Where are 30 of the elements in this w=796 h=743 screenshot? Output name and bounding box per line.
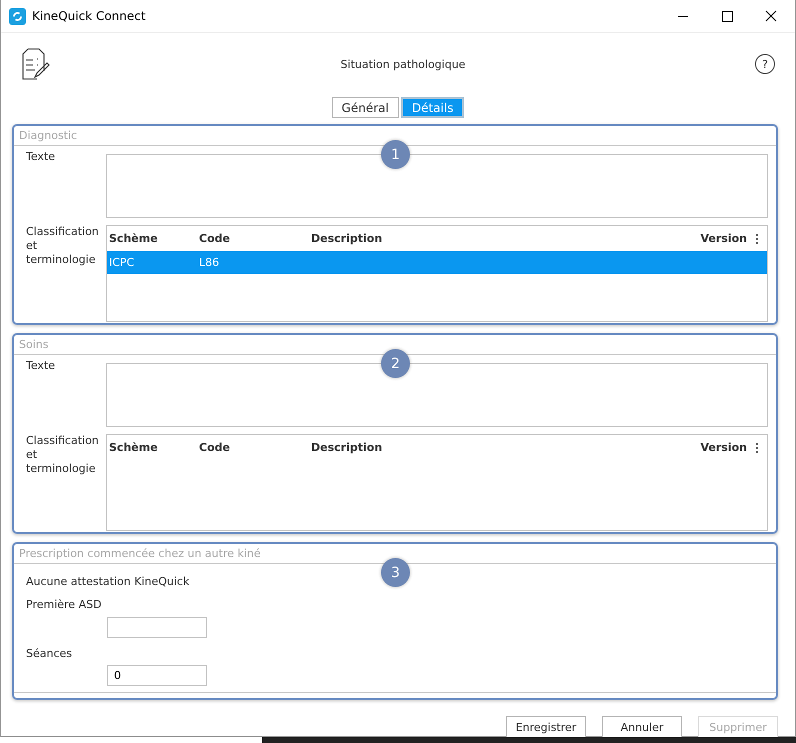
tab[interactable]: Général xyxy=(332,97,399,118)
more-icon[interactable] xyxy=(755,232,759,244)
field-label: Classification et terminologie xyxy=(26,433,100,477)
window-title: KineQuick Connect xyxy=(32,9,147,23)
column-header[interactable]: Version xyxy=(677,232,747,245)
field-label: Texte xyxy=(26,358,56,374)
app-logo-icon xyxy=(9,8,26,24)
input-field[interactable] xyxy=(107,617,207,638)
more-icon[interactable] xyxy=(755,442,759,454)
input-field[interactable]: 0 xyxy=(107,665,207,686)
table-cell-text: L86 xyxy=(198,256,220,269)
table-cell-text: ICPC xyxy=(108,256,136,269)
number-badge: 3 xyxy=(381,558,410,587)
action-button[interactable]: Enregistrer xyxy=(506,716,586,738)
field-label: Première ASD xyxy=(26,598,102,611)
column-header[interactable]: Version xyxy=(677,441,747,454)
field-label: Texte xyxy=(26,149,56,165)
column-header[interactable]: Schème xyxy=(107,232,197,245)
page-title: Situation pathologique xyxy=(340,58,466,70)
column-header[interactable]: Code xyxy=(197,232,309,245)
document-edit-icon xyxy=(21,48,51,80)
column-header[interactable]: Code xyxy=(197,441,309,454)
column-header[interactable]: Description xyxy=(309,232,677,245)
status-text: Aucune attestation KineQuick xyxy=(26,575,190,588)
field-label: Classification et terminologie xyxy=(26,224,100,268)
help-button[interactable]: ? xyxy=(755,54,775,74)
column-header[interactable]: Schème xyxy=(107,441,197,454)
field-label: Séances xyxy=(26,647,72,660)
action-button[interactable]: Annuler xyxy=(602,716,682,738)
column-header[interactable]: Description xyxy=(309,441,677,454)
